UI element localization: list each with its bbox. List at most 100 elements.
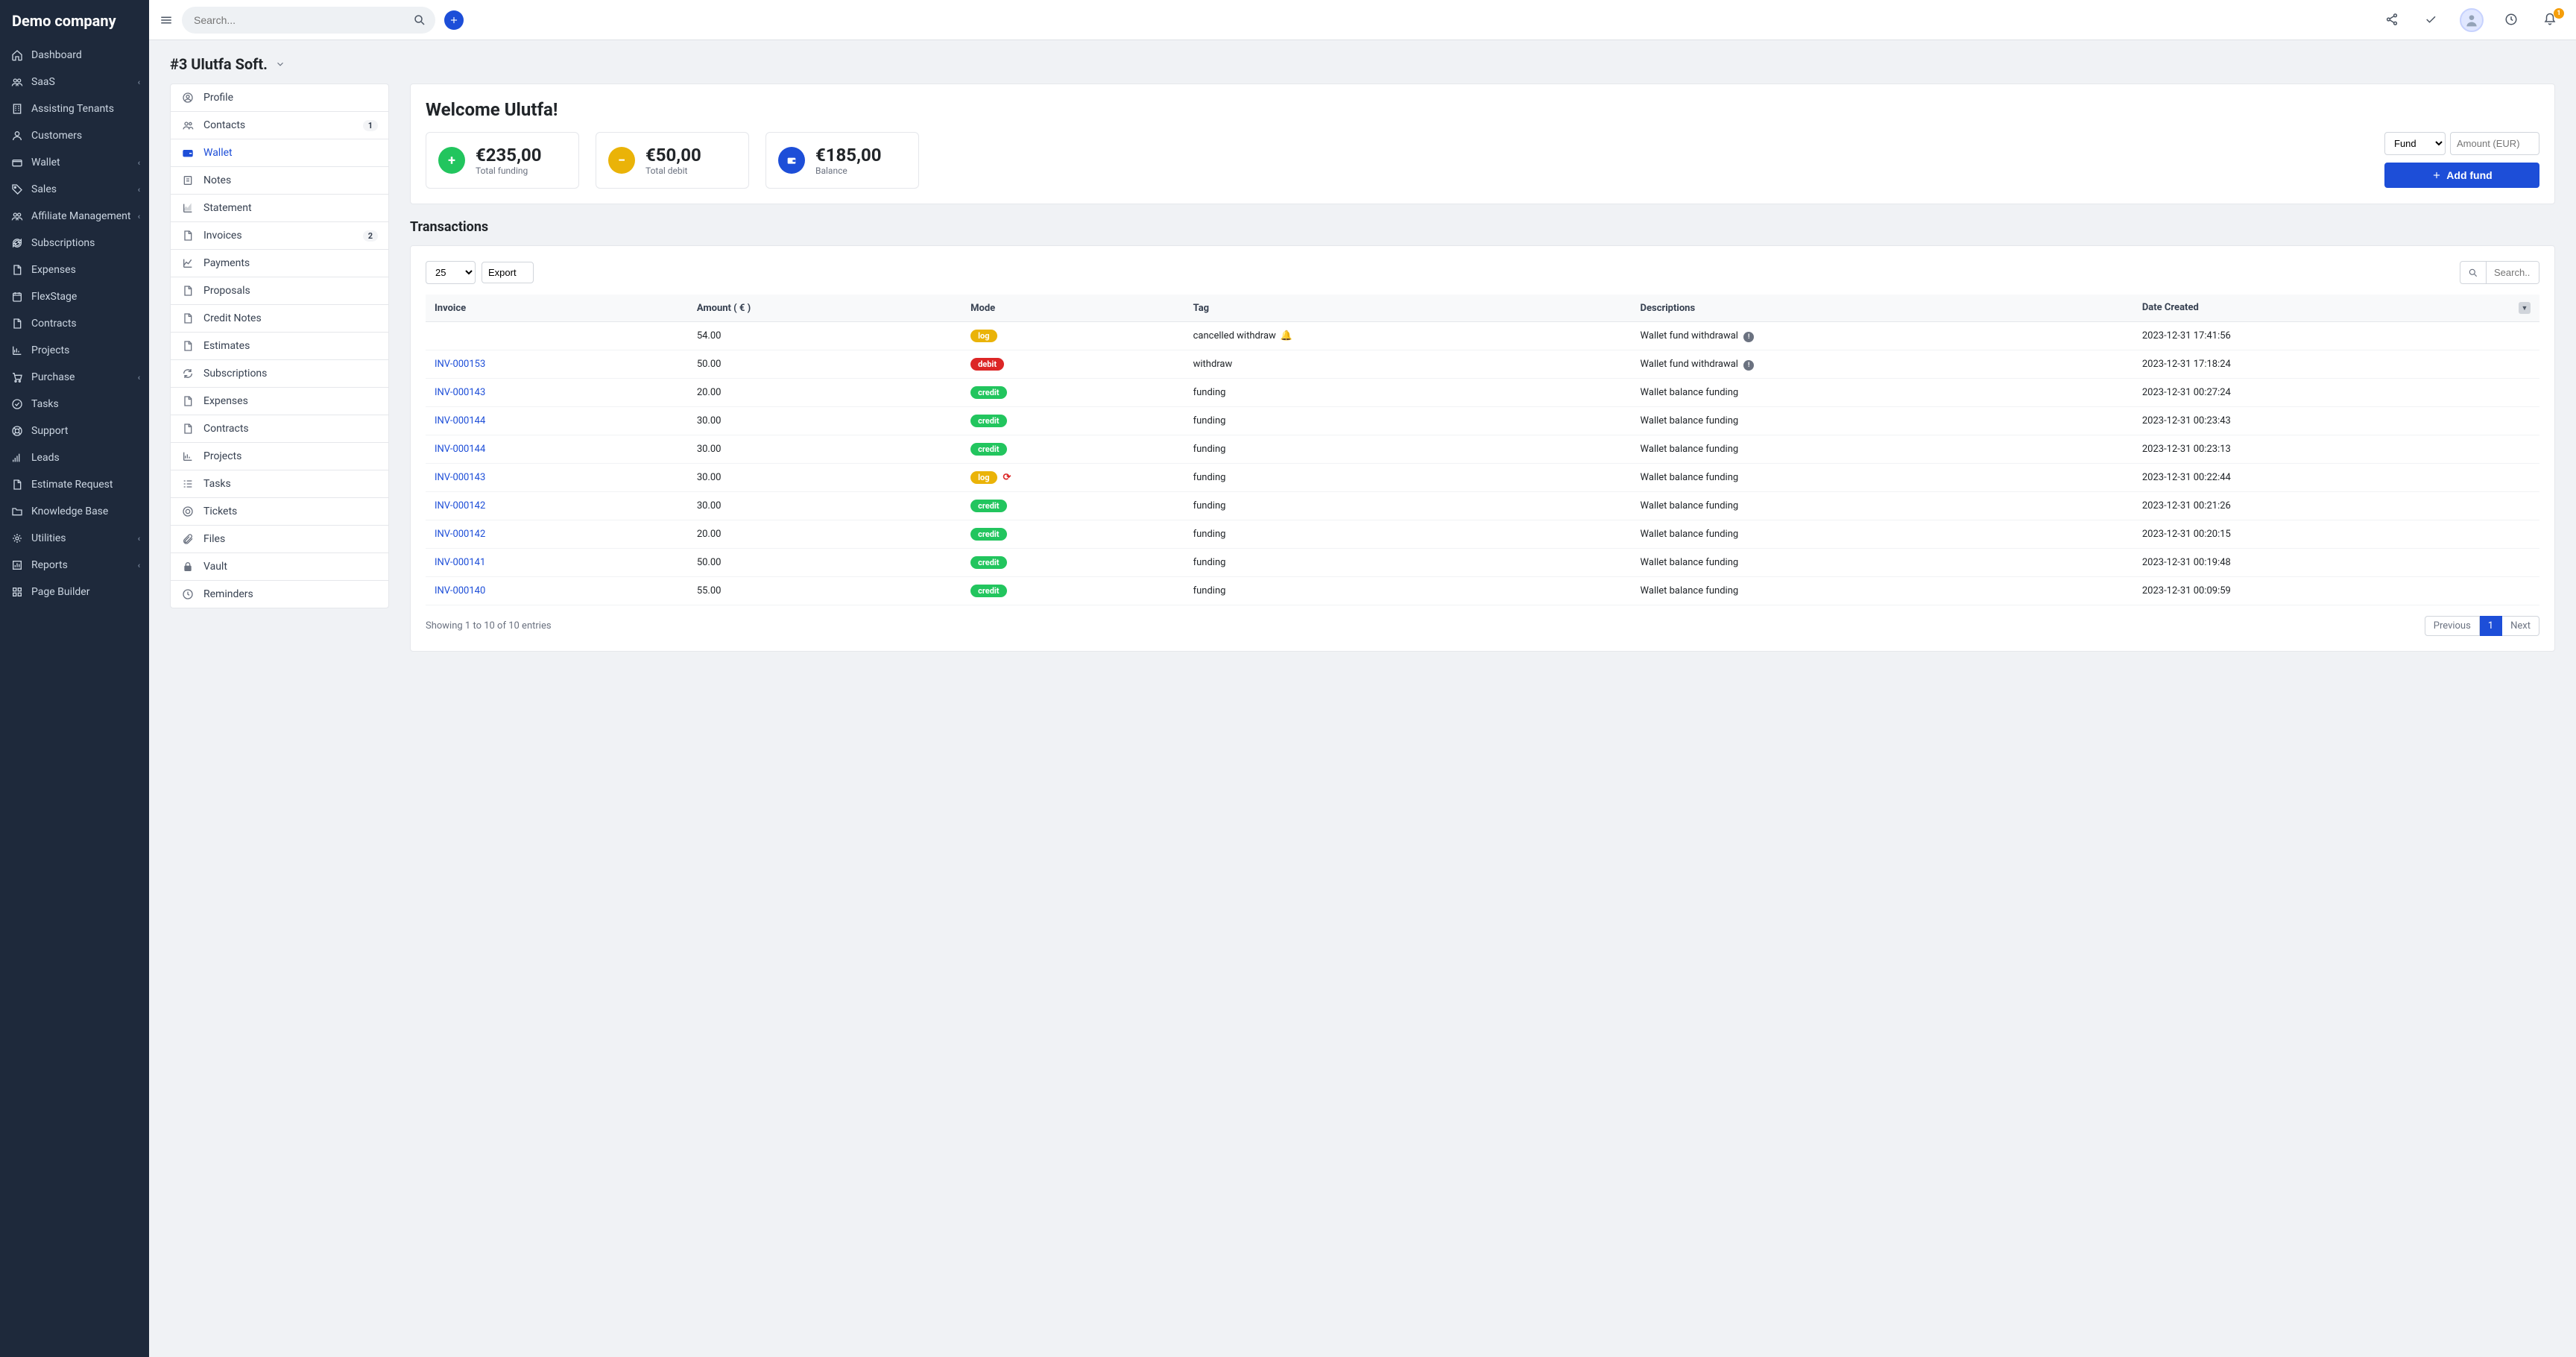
col-mode[interactable]: Mode: [962, 295, 1184, 322]
col-descriptions[interactable]: Descriptions: [1632, 295, 2133, 322]
nav-tab-profile[interactable]: Profile: [171, 84, 388, 111]
page-title-dropdown[interactable]: [275, 59, 285, 69]
table-search-input[interactable]: [2487, 262, 2539, 283]
sidebar-item-assisting-tenants[interactable]: Assisting Tenants: [0, 95, 149, 122]
share-button[interactable]: [2385, 13, 2400, 28]
sidebar-item-flexstage[interactable]: FlexStage: [0, 283, 149, 310]
sidebar-item-reports[interactable]: Reports‹: [0, 552, 149, 579]
add-fund-button[interactable]: Add fund: [2384, 163, 2539, 188]
plus-icon: [449, 15, 459, 25]
description-cell: Wallet balance funding: [1632, 577, 2133, 605]
col-date-created[interactable]: Date Created▼: [2133, 295, 2539, 322]
invoice-link[interactable]: INV-000144: [435, 444, 485, 455]
sidebar-item-tasks[interactable]: Tasks: [0, 391, 149, 418]
sidebar-item-knowledge-base[interactable]: Knowledge Base: [0, 498, 149, 525]
nav-tab-vault[interactable]: Vault: [171, 552, 388, 580]
total-debit-value: €50,00: [645, 145, 701, 166]
nav-tab-credit-notes[interactable]: Credit Notes: [171, 304, 388, 332]
customer-nav: ProfileContacts1Wallet Notes StatementInvo…: [170, 84, 389, 608]
clock-button[interactable]: [2504, 13, 2519, 28]
check-button[interactable]: [2424, 13, 2439, 28]
sidebar-item-utilities[interactable]: Utilities‹: [0, 525, 149, 552]
page-1-button[interactable]: 1: [2480, 616, 2502, 636]
nav-tab-payments[interactable]: Payments: [171, 249, 388, 277]
date-cell: 2023-12-31 00:21:26: [2133, 492, 2539, 520]
nav-tab-estimates[interactable]: Estimates: [171, 332, 388, 359]
sidebar-item-leads[interactable]: Leads: [0, 444, 149, 471]
export-button[interactable]: Export: [482, 262, 534, 283]
invoice-link[interactable]: INV-000141: [435, 557, 485, 568]
col-invoice[interactable]: Invoice: [426, 295, 688, 322]
sidebar-item-projects[interactable]: Projects: [0, 337, 149, 364]
sidebar-item-customers[interactable]: Customers: [0, 122, 149, 149]
sidebar-item-purchase[interactable]: Purchase‹: [0, 364, 149, 391]
nav-tab-subscriptions[interactable]: Subscriptions: [171, 359, 388, 387]
invoice-link[interactable]: INV-000143: [435, 472, 485, 483]
menu-toggle-button[interactable]: [160, 13, 173, 27]
nav-tab-contacts[interactable]: Contacts1: [171, 111, 388, 139]
page-next-button[interactable]: Next: [2502, 616, 2539, 636]
nav-tab-invoices[interactable]: Invoices2: [171, 221, 388, 249]
chart-icon: [10, 344, 24, 357]
invoice-link[interactable]: INV-000142: [435, 529, 485, 540]
nav-tab-wallet[interactable]: Wallet: [171, 139, 388, 166]
file-s-icon: [181, 229, 195, 242]
sidebar-item-saas[interactable]: SaaS‹: [0, 69, 149, 95]
user-avatar[interactable]: [2460, 8, 2484, 32]
balance-value: €185,00: [815, 145, 882, 166]
sidebar-item-label: Sales: [31, 183, 57, 195]
date-cell: 2023-12-31 17:41:56: [2133, 322, 2539, 350]
sidebar-item-estimate-request[interactable]: Estimate Request: [0, 471, 149, 498]
building-icon: [10, 102, 24, 116]
chevron-left-icon: ‹: [138, 185, 140, 195]
nav-tab-label: Notes: [203, 174, 231, 186]
page-size-select[interactable]: 25: [426, 261, 476, 284]
total-debit-label: Total debit: [645, 166, 701, 176]
sidebar-item-sales[interactable]: Sales ‹: [0, 176, 149, 203]
nav-tab-label: Vault: [203, 561, 227, 573]
nav-tab-files[interactable]: Files: [171, 525, 388, 552]
sidebar-item-subscriptions[interactable]: Subscriptions: [0, 230, 149, 256]
nav-tab-projects[interactable]: Projects: [171, 442, 388, 470]
nav-tab-tickets[interactable]: Tickets: [171, 497, 388, 525]
nav-tab-label: Projects: [203, 450, 242, 462]
invoice-link[interactable]: INV-000153: [435, 359, 485, 370]
sidebar-item-page-builder[interactable]: Page Builder: [0, 579, 149, 605]
sidebar-item-label: Wallet: [31, 157, 60, 169]
invoice-link[interactable]: INV-000140: [435, 585, 485, 596]
wallet-s-icon: [181, 146, 195, 160]
sidebar-item-expenses[interactable]: Expenses: [0, 256, 149, 283]
sidebar-item-label: Support: [31, 425, 68, 437]
total-funding-label: Total funding: [476, 166, 542, 176]
brand-title: Demo company: [0, 0, 149, 42]
notification-button[interactable]: 1: [2543, 13, 2558, 28]
nav-tab-statement[interactable]: Statement: [171, 194, 388, 221]
sidebar-item-affiliate-management[interactable]: Affiliate Management‹: [0, 203, 149, 230]
nav-tab-proposals[interactable]: Proposals: [171, 277, 388, 304]
nav-tab-notes[interactable]: Notes: [171, 166, 388, 194]
amount-cell: 30.00: [688, 407, 962, 435]
nav-tab-reminders[interactable]: Reminders: [171, 580, 388, 608]
invoice-link[interactable]: INV-000143: [435, 387, 485, 398]
invoice-link[interactable]: INV-000144: [435, 415, 485, 426]
nav-tab-contracts[interactable]: Contracts: [171, 415, 388, 442]
nav-tab-label: Tickets: [203, 506, 237, 517]
sidebar-item-wallet[interactable]: Wallet‹: [0, 149, 149, 176]
nav-tab-tasks[interactable]: Tasks: [171, 470, 388, 497]
invoice-link[interactable]: INV-000142: [435, 500, 485, 511]
sidebar-item-support[interactable]: Support: [0, 418, 149, 444]
col-tag[interactable]: Tag: [1184, 295, 1632, 322]
page-prev-button[interactable]: Previous: [2425, 616, 2480, 636]
description-cell: Wallet fund withdrawal !: [1632, 350, 2133, 379]
fund-amount-input[interactable]: [2450, 132, 2539, 155]
wallet-icon: [10, 156, 24, 169]
col-amount[interactable]: Amount ( € ): [688, 295, 962, 322]
tag-cell: funding: [1184, 464, 1632, 492]
fund-type-select[interactable]: Fund: [2384, 132, 2446, 155]
sidebar-item-contracts[interactable]: Contracts: [0, 310, 149, 337]
add-button[interactable]: [444, 10, 464, 30]
sidebar-item-dashboard[interactable]: Dashboard: [0, 42, 149, 69]
search-input[interactable]: [182, 7, 435, 34]
nav-tab-expenses[interactable]: Expenses: [171, 387, 388, 415]
users-2-icon: [10, 75, 24, 89]
